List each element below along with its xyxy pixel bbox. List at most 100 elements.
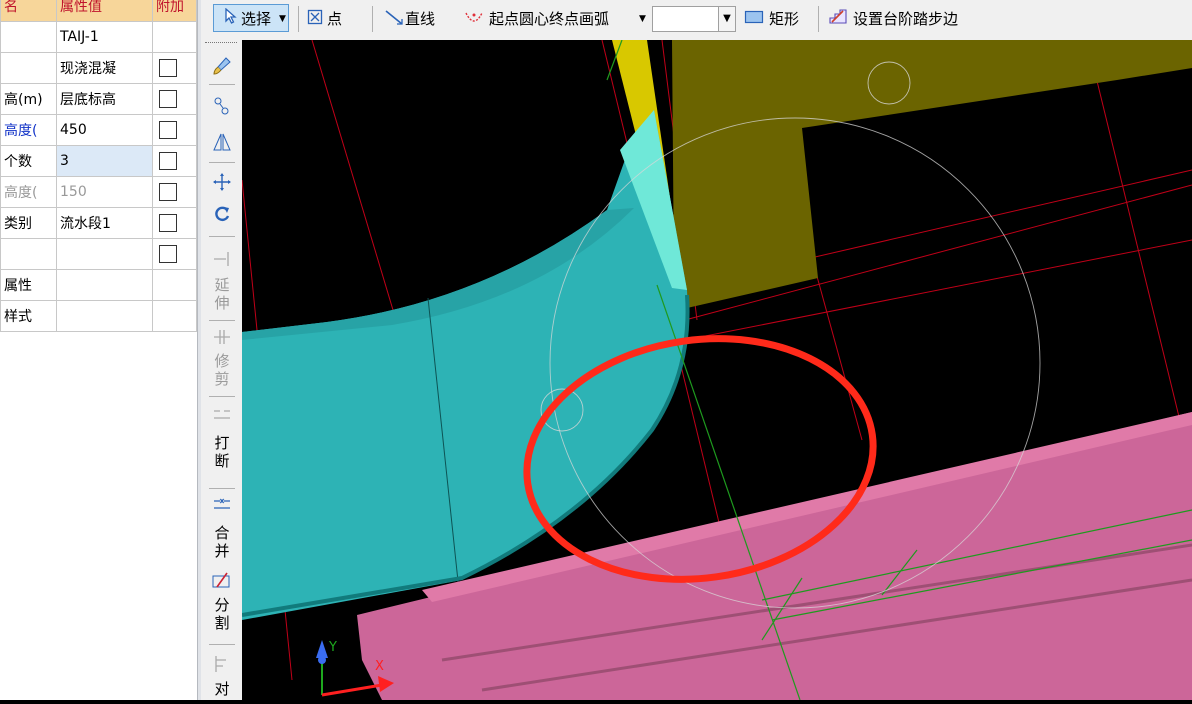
- y-axis-label: Y: [328, 640, 337, 655]
- property-name: 个数: [0, 145, 57, 177]
- property-row[interactable]: 属性: [0, 269, 197, 301]
- align-label: 对: [214, 680, 230, 698]
- property-name: [0, 21, 57, 53]
- line-button[interactable]: 直线: [405, 6, 435, 32]
- toolbar-separator: [209, 162, 235, 163]
- merge-button[interactable]: 合并: [211, 524, 233, 560]
- split-label: 分割: [214, 596, 230, 632]
- header-extra: 附加: [152, 0, 197, 22]
- property-name: 属性: [0, 269, 57, 301]
- property-name: 高度(: [0, 114, 57, 146]
- property-value[interactable]: 现浇混凝: [56, 52, 153, 84]
- toolbar-separator: [209, 84, 235, 85]
- property-name: 高度(: [0, 176, 57, 208]
- property-row[interactable]: TAIJ-1: [0, 21, 197, 53]
- extra-checkbox[interactable]: [159, 90, 177, 108]
- property-value[interactable]: 3: [56, 145, 153, 177]
- rotate-icon[interactable]: [210, 204, 234, 226]
- property-header-row: 名 属性值 附加: [0, 0, 197, 22]
- property-name: 样式: [0, 300, 57, 332]
- cad-viewport[interactable]: Y X: [241, 39, 1192, 701]
- property-value[interactable]: TAIJ-1: [56, 21, 153, 53]
- property-extra: [152, 52, 197, 84]
- arc-dropdown-icon[interactable]: ▼: [639, 6, 646, 32]
- brush-icon[interactable]: [210, 56, 234, 78]
- property-row[interactable]: 高度(450: [0, 114, 197, 146]
- property-rows: TAIJ-1 现浇混凝 高(m) 层底标高 高度(450 个数 3 高度(150 类别 流水段1 属…: [0, 21, 197, 332]
- property-row[interactable]: 类别 流水段1: [0, 207, 197, 239]
- property-extra: [152, 145, 197, 177]
- extend-label: 延伸: [214, 276, 230, 312]
- toolbar-separator: [372, 6, 373, 32]
- drawing-canvas[interactable]: Y X: [241, 39, 1192, 701]
- break-button[interactable]: 打断: [211, 434, 233, 470]
- x-axis-label: X: [375, 659, 384, 674]
- property-value[interactable]: 层底标高: [56, 83, 153, 115]
- mirror-icon[interactable]: [210, 132, 234, 154]
- toolbar-separator: [209, 644, 235, 645]
- align-icon: [210, 654, 234, 676]
- extra-checkbox[interactable]: [159, 152, 177, 170]
- property-value[interactable]: [56, 300, 153, 332]
- header-value: 属性值: [56, 0, 153, 22]
- chevron-down-icon[interactable]: ▼: [718, 7, 735, 31]
- break-icon: [210, 406, 234, 428]
- arc-button[interactable]: 起点圆心终点画弧: [489, 6, 609, 32]
- property-value[interactable]: 流水段1: [56, 207, 153, 239]
- extra-checkbox[interactable]: [159, 245, 177, 263]
- merge-icon: [210, 496, 234, 518]
- property-extra: [152, 114, 197, 146]
- select-dropdown-icon[interactable]: ▼: [279, 6, 286, 32]
- extra-checkbox[interactable]: [159, 59, 177, 77]
- trim-label: 修剪: [214, 352, 230, 388]
- extend-button[interactable]: 延伸: [211, 276, 233, 312]
- property-row[interactable]: [0, 238, 197, 270]
- move-icon[interactable]: [210, 172, 234, 194]
- property-row[interactable]: 高度(150: [0, 176, 197, 208]
- set-stair-step-button[interactable]: 设置台阶踏步边: [853, 6, 958, 32]
- merge-label: 合并: [214, 524, 230, 560]
- header-name: 名: [0, 0, 57, 22]
- point-icon: [307, 7, 323, 33]
- modify-toolbar: 延伸 修剪 打断 合并 分割 对: [201, 40, 243, 700]
- property-row[interactable]: 个数 3: [0, 145, 197, 177]
- extra-checkbox[interactable]: [159, 183, 177, 201]
- property-name: [0, 238, 57, 270]
- property-extra: [152, 269, 197, 301]
- arc-option-select[interactable]: ▼: [652, 6, 736, 32]
- property-value[interactable]: [56, 269, 153, 301]
- draw-toolbar: 选择 ▼ 点 直线 起点圆心终点画弧 ▼ ▼ 矩形 设置台阶踏步边: [201, 0, 1192, 41]
- trim-button[interactable]: 修剪: [211, 352, 233, 388]
- arc-icon: [464, 7, 484, 33]
- cursor-icon: [225, 6, 237, 32]
- property-table: 名 属性值 附加 TAIJ-1 现浇混凝 高(m) 层底标高 高度(450 个数 3 高度(1…: [0, 0, 197, 332]
- property-row[interactable]: 高(m) 层底标高: [0, 83, 197, 115]
- break-label: 打断: [214, 434, 230, 470]
- align-button[interactable]: 对: [211, 680, 233, 698]
- rectangle-button[interactable]: 矩形: [769, 6, 799, 32]
- property-row[interactable]: 样式: [0, 300, 197, 332]
- property-value[interactable]: 150: [56, 176, 153, 208]
- property-name: 高(m): [0, 83, 57, 115]
- property-row[interactable]: 现浇混凝: [0, 52, 197, 84]
- extra-checkbox[interactable]: [159, 121, 177, 139]
- stair-step-icon: [828, 7, 848, 33]
- property-extra: [152, 300, 197, 332]
- property-extra: [152, 207, 197, 239]
- property-extra: [152, 83, 197, 115]
- line-icon: [385, 7, 403, 33]
- property-value[interactable]: 450: [56, 114, 153, 146]
- toolbar-separator: [209, 236, 235, 237]
- select-label: 选择: [241, 10, 272, 28]
- copy-icon[interactable]: [210, 96, 234, 118]
- property-name: 类别: [0, 207, 57, 239]
- toolbar-grip[interactable]: [205, 42, 237, 46]
- split-button[interactable]: 分割: [211, 596, 233, 632]
- property-extra: [152, 176, 197, 208]
- extend-icon: [210, 250, 234, 272]
- axis-origin: [318, 656, 326, 664]
- property-panel: 名 属性值 附加 TAIJ-1 现浇混凝 高(m) 层底标高 高度(450 个数 3 高度(1…: [0, 0, 197, 700]
- point-button[interactable]: 点: [327, 6, 342, 32]
- property-value[interactable]: [56, 238, 153, 270]
- extra-checkbox[interactable]: [159, 214, 177, 232]
